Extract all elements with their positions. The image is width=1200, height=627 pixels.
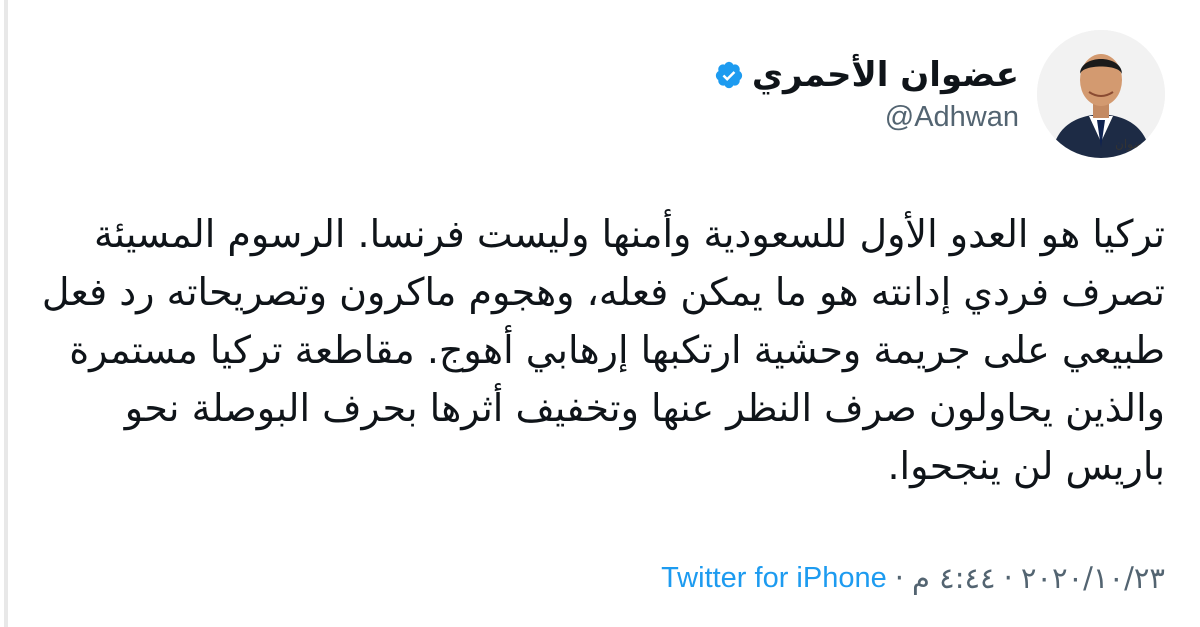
display-name-row[interactable]: عضوان الأحمري [714,55,1019,95]
verified-badge-icon [715,61,742,88]
meta-separator-2: · [1003,561,1013,595]
author-display-name[interactable]: عضوان الأحمري [752,55,1019,95]
author-names: عضوان الأحمري @Adhwan [714,55,1019,134]
svg-text:عضوان: عضوان [1115,137,1151,151]
tweet-text: تركيا هو العدو الأول للسعودية وأمنها ولي… [41,212,1165,488]
author-handle[interactable]: @Adhwan [885,101,1019,134]
avatar-image: عضوان [1037,30,1165,158]
tweet-time[interactable]: ٤:٤٤ م [912,561,996,595]
left-edge-divider [4,0,8,627]
source-link[interactable]: Twitter for iPhone [661,562,887,595]
tweet-meta: Twitter for iPhone · ٤:٤٤ م · ٢٠٢٠/١٠/٢٣ [651,556,1165,600]
tweet-card: عضوان عضوان الأحمري @Adhwan تركيا هو الع… [0,0,1200,627]
avatar[interactable]: عضوان [1037,30,1165,158]
meta-separator: · [894,561,904,595]
tweet-date[interactable]: ٢٠٢٠/١٠/٢٣ [1021,561,1165,595]
tweet-header: عضوان عضوان الأحمري @Adhwan [714,28,1165,160]
